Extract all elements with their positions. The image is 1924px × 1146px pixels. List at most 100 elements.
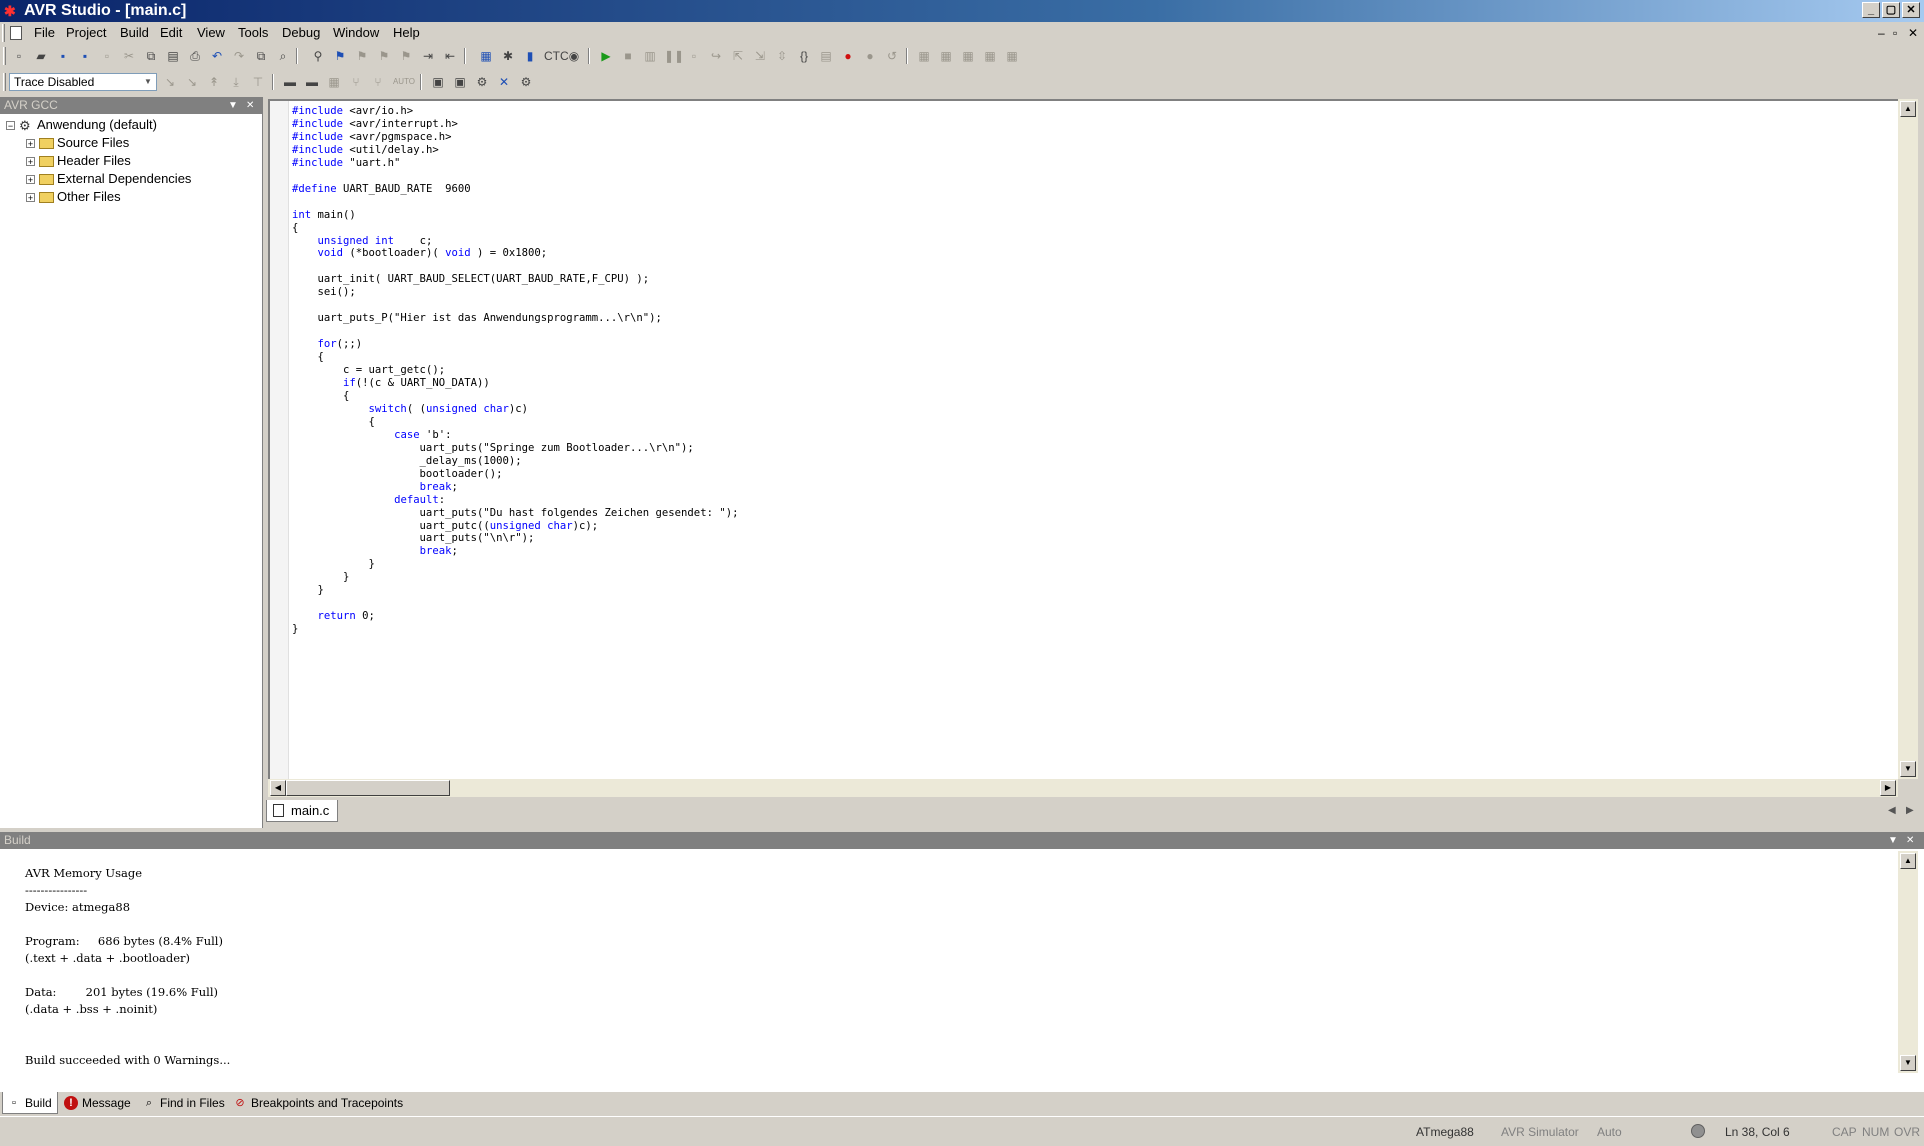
step-out-icon[interactable]: ⇱ (730, 48, 746, 64)
bookmark-icon[interactable]: ⚑ (332, 48, 348, 64)
print-icon[interactable]: ⎙ (187, 48, 203, 64)
menu-help[interactable]: Help (393, 22, 420, 44)
code-line[interactable]: { (292, 351, 738, 364)
break-icon[interactable]: ❚❚ (664, 48, 684, 64)
code-line[interactable]: return 0; (292, 610, 738, 623)
code-line[interactable]: { (292, 222, 738, 235)
mdi-minimize-button[interactable]: – (1878, 22, 1885, 44)
trace-mark-icon[interactable]: ⤓ (228, 74, 244, 90)
stk-icon[interactable]: CTC (544, 48, 569, 64)
code-line[interactable] (292, 597, 738, 610)
copy-icon[interactable]: ⧉ (143, 48, 159, 64)
outdent-icon[interactable]: ⇤ (442, 48, 458, 64)
scroll-down-button[interactable]: ▼ (1900, 761, 1916, 777)
menu-debug[interactable]: Debug (282, 22, 320, 44)
stop-debugging-icon[interactable]: ■ (620, 48, 636, 64)
settings-icon[interactable]: ⚙ (518, 74, 534, 90)
panel-menu-icon[interactable]: ▼ (1888, 832, 1898, 849)
code-line[interactable]: } (292, 623, 738, 636)
debug-disconnect-icon[interactable]: ⑂ (370, 74, 386, 90)
cancel-icon[interactable]: ✕ (496, 74, 512, 90)
code-line[interactable]: #define UART_BAUD_RATE 9600 (292, 183, 738, 196)
auto-step-icon[interactable]: ⇳ (774, 48, 790, 64)
tab-breakpoints-and-tracepoints[interactable]: ⊘ Breakpoints and Tracepoints (229, 1092, 419, 1114)
indent-icon[interactable]: ⇥ (420, 48, 436, 64)
quickwatch-icon[interactable]: {} (796, 48, 812, 64)
code-line[interactable]: _delay_ms(1000); (292, 455, 738, 468)
editor-gutter[interactable] (270, 101, 289, 779)
tab-scroll-left-icon[interactable]: ◀ (1888, 805, 1896, 816)
maximize-button[interactable]: ▢ (1882, 2, 1900, 18)
scroll-down-button[interactable]: ▼ (1900, 1055, 1916, 1071)
program-icon[interactable]: ▣ (430, 74, 446, 90)
scroll-right-button[interactable]: ▶ (1880, 780, 1896, 796)
code-line[interactable]: } (292, 558, 738, 571)
trace-step-icon[interactable]: ↟ (206, 74, 222, 90)
build-icon[interactable]: ▦ (478, 48, 494, 64)
trace-start-icon[interactable]: ↘ (162, 74, 178, 90)
minimize-button[interactable]: _ (1862, 2, 1880, 18)
panel-menu-icon[interactable]: ▼ (228, 97, 238, 114)
tree-root[interactable]: − ⚙ Anwendung (default) (6, 116, 157, 134)
menu-file[interactable]: File (34, 22, 55, 44)
code-line[interactable]: uart_puts_P("Hier ist das Anwendungsprog… (292, 312, 738, 325)
close-file-icon[interactable]: ▫ (99, 48, 115, 64)
program-fuses-icon[interactable]: ▣ (452, 74, 468, 90)
io-view-icon[interactable]: ▦ (982, 48, 998, 64)
build-panel-header[interactable]: Build ▼ ✕ (0, 832, 1924, 849)
start-debugging-icon[interactable]: ▶ (598, 48, 614, 64)
code-line[interactable]: default: (292, 494, 738, 507)
mdi-restore-button[interactable]: ▫ (1893, 22, 1897, 44)
remove-breakpoints-icon[interactable]: ● (862, 48, 878, 64)
code-line[interactable]: #include <util/delay.h> (292, 144, 738, 157)
menubar-grip[interactable] (2, 24, 5, 42)
scroll-left-button[interactable]: ◀ (270, 780, 286, 796)
panel-close-icon[interactable]: ✕ (1906, 832, 1914, 849)
toolbar-grip[interactable] (3, 47, 6, 65)
tree-folder-external-dependencies[interactable]: + External Dependencies (26, 170, 191, 188)
trace-mode-select[interactable]: Trace Disabled ▼ (9, 73, 157, 91)
code-line[interactable]: for(;;) (292, 338, 738, 351)
code-line[interactable]: { (292, 416, 738, 429)
project-panel-header[interactable]: AVR GCC ▼ ✕ (0, 97, 262, 114)
debug-connect-icon[interactable]: ⑂ (348, 74, 364, 90)
auto-program-icon[interactable]: ⚙ (474, 74, 490, 90)
close-button[interactable]: ✕ (1902, 2, 1920, 18)
tab-build[interactable]: ▫ Build (2, 1092, 58, 1114)
avr-studio-app-icon[interactable]: ✱ (4, 3, 20, 19)
trace-stop-icon[interactable]: ↘ (184, 74, 200, 90)
bookmark-prev-icon[interactable]: ⚑ (376, 48, 392, 64)
code-line[interactable]: void (*bootloader)( void ) = 0x1800; (292, 247, 738, 260)
editor-vertical-scrollbar[interactable]: ▲ ▼ (1898, 99, 1918, 779)
code-line[interactable]: { (292, 390, 738, 403)
toggle-breakpoint-icon[interactable]: ● (840, 48, 856, 64)
paste-icon[interactable]: ▤ (165, 48, 181, 64)
code-line[interactable]: sei(); (292, 286, 738, 299)
chip-icon[interactable]: ▦ (326, 74, 342, 90)
code-line[interactable]: uart_puts("Springe zum Bootloader...\r\n… (292, 442, 738, 455)
code-line[interactable] (292, 325, 738, 338)
trace-auto-icon[interactable]: AUTO (392, 74, 416, 90)
find-in-files-icon[interactable]: ⌕ (275, 48, 291, 64)
register-icon[interactable]: ▦ (960, 48, 976, 64)
build-output[interactable]: AVR Memory Usage ---------------- Device: … (0, 851, 1898, 1073)
code-line[interactable]: int main() (292, 209, 738, 222)
title-bar[interactable]: ✱ AVR Studio - [main.c] _ ▢ ✕ (0, 0, 1924, 22)
watch-icon[interactable]: ▦ (916, 48, 932, 64)
menu-build[interactable]: Build (120, 22, 149, 44)
save-icon[interactable]: ▪ (55, 48, 71, 64)
code-line[interactable]: break; (292, 481, 738, 494)
code-line[interactable] (292, 299, 738, 312)
source-code[interactable]: #include <avr/io.h> #include <avr/interru… (292, 105, 738, 636)
code-line[interactable]: #include <avr/io.h> (292, 105, 738, 118)
build-and-run-icon[interactable]: ▮ (522, 48, 538, 64)
code-line[interactable]: #include <avr/interrupt.h> (292, 118, 738, 131)
code-line[interactable]: #include <avr/pgmspace.h> (292, 131, 738, 144)
chevron-down-icon[interactable]: ▼ (141, 75, 155, 89)
stk-mode-icon[interactable]: ▬ (304, 74, 320, 90)
menu-window[interactable]: Window (333, 22, 379, 44)
run-to-cursor-icon[interactable]: ⇲ (752, 48, 768, 64)
code-line[interactable]: break; (292, 545, 738, 558)
tab-scroll-right-icon[interactable]: ▶ (1906, 805, 1914, 816)
new-file-icon[interactable]: ▫ (11, 48, 27, 64)
